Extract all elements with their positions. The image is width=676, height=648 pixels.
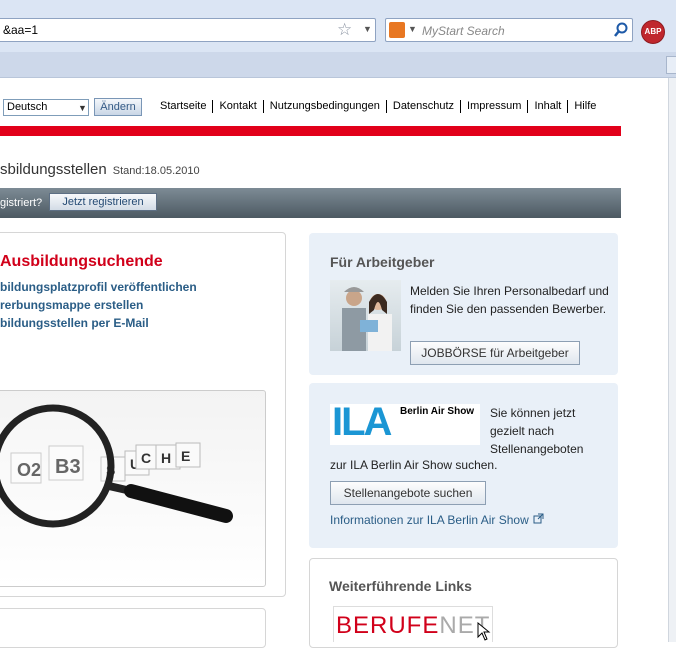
magnifier-icon[interactable] (612, 21, 630, 42)
link-publish-profile[interactable]: bildungsplatzprofil veröffentlichen (0, 280, 197, 294)
berufenet-logo-part-1[interactable]: BERUFE (336, 612, 439, 639)
chevron-down-icon: ▼ (78, 103, 87, 113)
ila-info-link-text[interactable]: Informationen zur ILA Berlin Air Show (330, 513, 529, 527)
registration-prompt: gistriert? (0, 197, 43, 209)
page-scrollbar[interactable] (668, 78, 676, 642)
search-bar[interactable]: ▼ MyStart Search (385, 18, 633, 42)
address-bar[interactable]: &aa=1 ☆ ▼ (0, 18, 376, 42)
further-links-heading: Weiterführende Links (329, 578, 472, 594)
header-divider (0, 126, 621, 136)
employer-photo (330, 280, 401, 351)
nav-link-hilfe[interactable]: Hilfe (567, 100, 602, 113)
dice-letter-7: E (181, 448, 190, 464)
language-value: Deutsch (7, 101, 48, 113)
search-illustration: O2 B3 S U C H E (0, 390, 266, 587)
nav-link-inhalt[interactable]: Inhalt (527, 100, 567, 113)
magnifier-dice-image: O2 B3 S U C H E (0, 404, 233, 528)
ila-logo-subtext: Berlin Air Show (400, 406, 475, 417)
search-input[interactable]: MyStart Search (422, 24, 505, 38)
tab-scroll-button[interactable] (666, 56, 676, 74)
link-create-application[interactable]: rerbungsmappe erstellen (0, 298, 143, 312)
page-title-text: sbildungsstellen (0, 161, 107, 178)
search-engine-icon[interactable] (389, 22, 405, 38)
tab-strip (0, 52, 676, 77)
nav-link-startseite[interactable]: Startseite (160, 100, 212, 113)
applicant-heading: Ausbildungsuchende (0, 253, 163, 270)
language-select[interactable]: Deutsch ▼ (3, 99, 89, 116)
external-link-icon (533, 513, 544, 527)
lower-left-panel (0, 608, 266, 648)
adblock-icon[interactable]: ABP (641, 20, 665, 44)
employer-description: Melden Sie Ihren Personalbedarf und find… (410, 284, 609, 316)
mouse-cursor-icon (477, 621, 493, 647)
page-title: sbildungsstellen Stand:18.05.2010 (0, 161, 200, 178)
nav-link-impressum[interactable]: Impressum (460, 100, 527, 113)
page-date: Stand:18.05.2010 (112, 165, 200, 177)
berufenet-logo-link[interactable]: BERUFENET (333, 606, 493, 642)
ila-description-cont: zur ILA Berlin Air Show suchen. (330, 458, 498, 472)
link-email-alerts[interactable]: bildungsstellen per E-Mail (0, 316, 149, 330)
nav-link-datenschutz[interactable]: Datenschutz (385, 100, 460, 113)
bookmark-star-icon[interactable]: ☆ (337, 20, 352, 40)
change-language-button[interactable]: Ändern (94, 98, 142, 116)
history-dropdown-icon[interactable]: ▼ (363, 24, 372, 34)
employer-heading: Für Arbeitgeber (330, 254, 435, 270)
search-engine-dropdown-icon[interactable]: ▼ (408, 24, 417, 34)
register-button[interactable]: Jetzt registrieren (49, 193, 157, 211)
registration-bar: gistriert? Jetzt registrieren (0, 188, 621, 218)
employer-jobboerse-button[interactable]: JOBBÖRSE für Arbeitgeber (410, 341, 580, 365)
dice-letter-6: H (161, 450, 171, 466)
dice-letter-5: C (141, 450, 151, 466)
ila-logo-text: ILA (332, 400, 392, 444)
ila-search-button[interactable]: Stellenangebote suchen (330, 481, 486, 505)
nav-link-kontakt[interactable]: Kontakt (212, 100, 262, 113)
address-text[interactable]: &aa=1 (3, 23, 38, 37)
top-navigation: Startseite Kontakt Nutzungsbedingungen Date… (160, 100, 602, 113)
ila-description: Sie können jetzt gezielt nach Stellenang… (490, 406, 584, 456)
berufenet-logo-text[interactable]: BERUFENET (336, 612, 490, 640)
ila-logo: ILA Berlin Air Show (330, 400, 480, 445)
ila-info-link[interactable]: Informationen zur ILA Berlin Air Show (330, 513, 544, 527)
nav-link-nutzungsbedingungen[interactable]: Nutzungsbedingungen (262, 100, 386, 113)
